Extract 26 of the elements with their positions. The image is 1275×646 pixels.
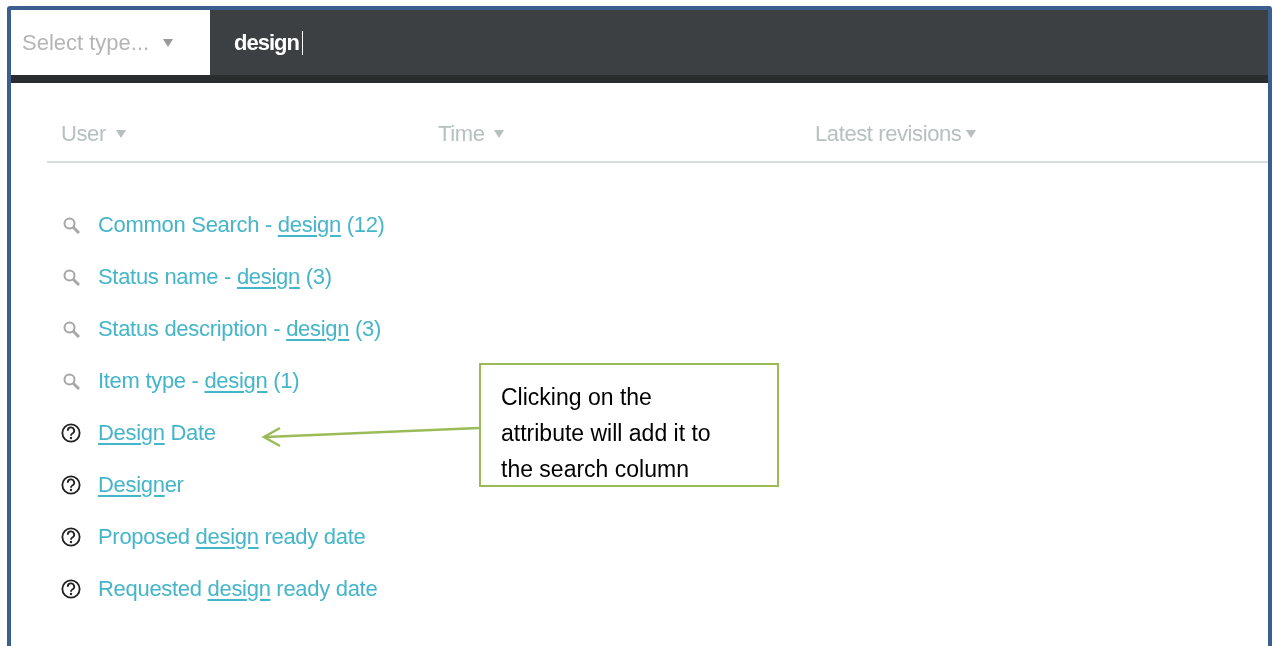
caret-icon — [163, 38, 174, 47]
column-header[interactable]: User — [61, 121, 126, 147]
help-icon — [61, 474, 81, 496]
column-header[interactable]: Latest revisions — [815, 121, 977, 147]
caret-icon — [115, 130, 126, 138]
search-icon — [62, 320, 80, 338]
callout-note: Clicking on the attribute will add it to the search column — [479, 363, 779, 487]
caret-icon — [494, 130, 505, 138]
result-link[interactable]: Design Date — [98, 420, 216, 446]
help-icon — [61, 422, 81, 444]
help-icon — [61, 578, 81, 600]
result-link[interactable]: Status name - design (3) — [98, 264, 332, 290]
result-link[interactable]: Status description - design (3) — [98, 316, 381, 342]
search-icon — [62, 216, 80, 234]
search-field[interactable]: design — [234, 29, 303, 56]
column-header[interactable]: Time — [438, 121, 505, 147]
result-link[interactable]: Designer — [98, 472, 184, 498]
result-link[interactable]: Proposed design ready date — [98, 524, 366, 550]
result-link[interactable]: Common Search - design (12) — [98, 212, 385, 238]
help-icon — [61, 526, 81, 548]
result-link[interactable]: Requested design ready date — [98, 576, 378, 602]
type-select[interactable]: Select type... — [11, 10, 210, 75]
result-link[interactable]: Item type - design (1) — [98, 368, 300, 394]
caret-icon — [966, 130, 977, 138]
search-icon — [62, 268, 80, 286]
search-icon — [62, 372, 80, 390]
